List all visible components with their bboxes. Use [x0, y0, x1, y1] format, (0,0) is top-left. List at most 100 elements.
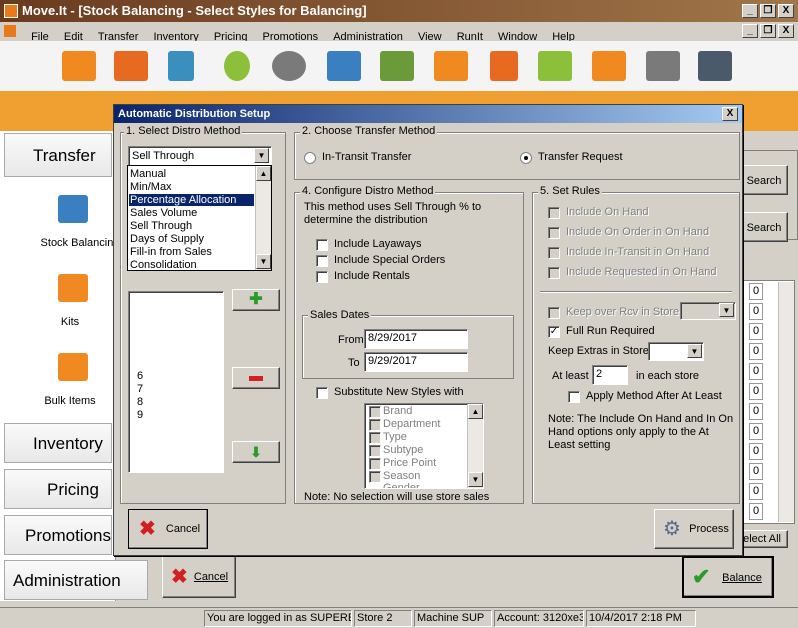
grid-cell[interactable]: 0: [749, 443, 763, 460]
substitute-option-checkbox[interactable]: [369, 419, 381, 431]
keep-extras-select[interactable]: ▼: [648, 342, 704, 361]
to-date-input[interactable]: 9/29/2017: [364, 352, 468, 372]
dropdown-option[interactable]: Fill-in from Sales: [130, 246, 212, 258]
grid-cell[interactable]: 0: [749, 323, 763, 340]
nav-administration[interactable]: Administration: [4, 560, 148, 600]
list-item[interactable]: 8: [137, 396, 143, 408]
distro-method-dropdown[interactable]: Manual Min/Max Percentage Allocation Sal…: [127, 165, 272, 271]
chevron-down-icon[interactable]: ▼: [719, 303, 734, 317]
chevron-down-icon[interactable]: ▼: [254, 148, 269, 163]
grid-cell[interactable]: 0: [749, 483, 763, 500]
grid-cell[interactable]: 0: [749, 463, 763, 480]
distro-method-select[interactable]: Sell Through ▼: [128, 146, 272, 166]
dialog-cancel-button[interactable]: ✖ Cancel: [128, 509, 208, 549]
nav-transfer[interactable]: Transfer: [4, 133, 112, 177]
add-button[interactable]: ✚: [232, 289, 280, 311]
child-close-button[interactable]: X: [778, 24, 794, 38]
substitute-scrollbar[interactable]: ▲ ▼: [467, 404, 483, 488]
apply-method-checkbox[interactable]: [568, 391, 580, 403]
grid-cell[interactable]: 0: [749, 363, 763, 380]
dropdown-option[interactable]: Sell Through: [130, 220, 192, 232]
nav-pricing[interactable]: Pricing: [4, 469, 112, 509]
list-item[interactable]: 7: [137, 383, 143, 395]
minimize-button[interactable]: _: [742, 4, 758, 18]
scroll-up-icon[interactable]: ▲: [468, 404, 483, 419]
search-button-2[interactable]: Search: [740, 212, 788, 242]
dropdown-scrollbar[interactable]: ▲ ▼: [255, 166, 271, 270]
store-icon[interactable]: [62, 51, 96, 81]
include-special-orders-checkbox[interactable]: [316, 255, 328, 267]
substitute-option-checkbox[interactable]: [369, 471, 381, 483]
dialog-close-button[interactable]: X: [722, 107, 738, 121]
keep-over-rcv-checkbox[interactable]: [548, 307, 560, 319]
substitute-option-checkbox[interactable]: [369, 432, 381, 444]
book-icon[interactable]: [538, 51, 572, 81]
include-requested-checkbox[interactable]: [548, 267, 560, 279]
grid-cell[interactable]: 0: [749, 343, 763, 360]
keep-over-rcv-select[interactable]: ▼: [680, 302, 736, 320]
nav-bulk-items[interactable]: Bulk Items: [16, 395, 124, 407]
grid-cell[interactable]: 0: [749, 303, 763, 320]
store-listbox[interactable]: 6 7 8 9: [128, 291, 224, 473]
nav-inventory[interactable]: Inventory: [4, 423, 112, 463]
balance-button[interactable]: ✔ Balance: [682, 556, 774, 598]
bulb-icon[interactable]: [224, 51, 250, 81]
mail-icon[interactable]: [327, 51, 361, 81]
grid-cell[interactable]: 0: [749, 503, 763, 520]
scroll-down-icon[interactable]: ▼: [468, 472, 483, 487]
search-button-1[interactable]: Search: [740, 165, 788, 195]
dropdown-option[interactable]: Manual: [130, 168, 166, 180]
download-icon[interactable]: [646, 51, 680, 81]
grid-cell[interactable]: 0: [749, 383, 763, 400]
at-least-input[interactable]: 2: [592, 365, 628, 385]
coins-icon[interactable]: [272, 51, 306, 81]
include-layaways-checkbox[interactable]: [316, 239, 328, 251]
child-restore-button[interactable]: ❐: [760, 24, 776, 38]
from-date-input[interactable]: 8/29/2017: [364, 329, 468, 349]
scale-icon[interactable]: [58, 195, 88, 223]
include-on-order-checkbox[interactable]: [548, 227, 560, 239]
monitor-icon[interactable]: [434, 51, 468, 81]
grid-cell[interactable]: 0: [749, 403, 763, 420]
include-on-hand-checkbox[interactable]: [548, 207, 560, 219]
dropdown-option-selected[interactable]: Percentage Allocation: [129, 194, 254, 206]
include-in-transit-checkbox[interactable]: [548, 247, 560, 259]
full-run-required-checkbox[interactable]: ✓: [548, 326, 560, 338]
remove-button[interactable]: [232, 367, 280, 389]
dropdown-option[interactable]: Consolidation: [130, 259, 197, 271]
dropdown-option[interactable]: Sales Volume: [130, 207, 197, 219]
list-item[interactable]: 6: [137, 370, 143, 382]
substitute-option-checkbox[interactable]: [369, 406, 381, 418]
background-cancel-button[interactable]: ✖ Cancel: [162, 556, 236, 598]
child-minimize-button[interactable]: _: [742, 24, 758, 38]
process-button[interactable]: ⚙ Process: [654, 509, 734, 549]
include-rentals-checkbox[interactable]: [316, 271, 328, 283]
dropdown-option[interactable]: Min/Max: [130, 181, 172, 193]
substitute-option-checkbox[interactable]: [369, 458, 381, 470]
pen-icon[interactable]: [168, 51, 194, 81]
substitute-option-checkbox[interactable]: [369, 445, 381, 457]
substitute-listbox[interactable]: Brand Department Type Subtype Price Poin…: [364, 403, 484, 489]
truck-icon[interactable]: [114, 51, 148, 81]
bulk-items-icon[interactable]: [58, 353, 88, 381]
list-item[interactable]: 9: [137, 409, 143, 421]
restore-button[interactable]: ❐: [760, 4, 776, 18]
close-button[interactable]: X: [778, 4, 794, 18]
grid-scrollbar[interactable]: [778, 282, 794, 522]
in-transit-radio[interactable]: [304, 152, 316, 164]
scroll-down-icon[interactable]: ▼: [256, 254, 271, 269]
nav-promotions[interactable]: Promotions: [4, 515, 112, 555]
scroll-up-icon[interactable]: ▲: [256, 166, 271, 181]
nav-kits[interactable]: Kits: [16, 316, 124, 328]
substitute-checkbox[interactable]: [316, 387, 328, 399]
barcode-icon[interactable]: [380, 51, 414, 81]
kits-icon[interactable]: [58, 274, 88, 302]
tools-icon[interactable]: [698, 51, 732, 81]
grid-cell[interactable]: 0: [749, 423, 763, 440]
chart-icon[interactable]: [592, 51, 626, 81]
phone-icon[interactable]: [490, 51, 518, 81]
transfer-request-radio[interactable]: [520, 152, 532, 164]
dropdown-option[interactable]: Days of Supply: [130, 233, 204, 245]
chevron-down-icon[interactable]: ▼: [687, 344, 702, 358]
move-down-button[interactable]: ⬇: [232, 441, 280, 463]
